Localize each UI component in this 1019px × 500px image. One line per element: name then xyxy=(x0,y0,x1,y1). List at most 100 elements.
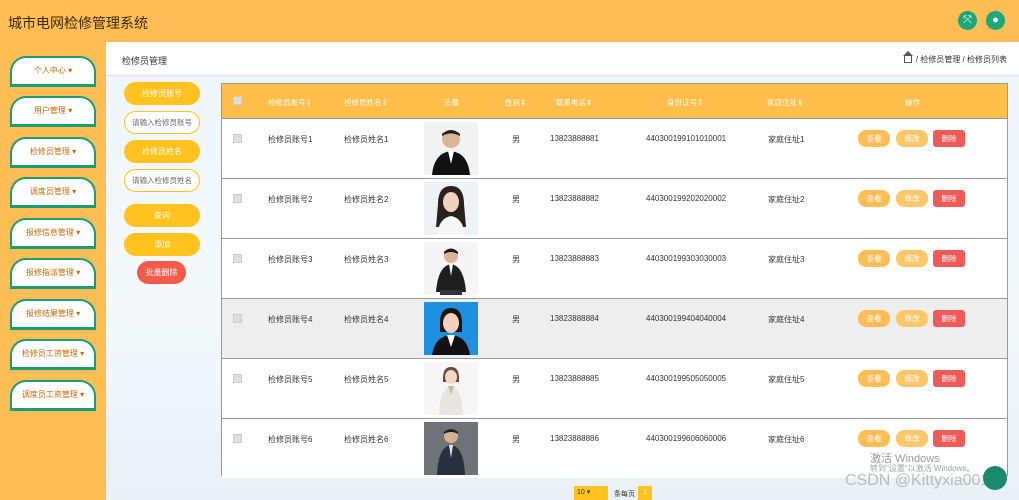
row-checkbox[interactable] xyxy=(233,194,242,203)
sidebar-item-label: 报修指派管理 xyxy=(25,268,74,277)
account-input[interactable]: 请输入检修员账号 xyxy=(124,111,200,134)
breadcrumb: / 检修员管理 / 检修员列表 xyxy=(902,51,1007,65)
cell-address: 家庭住址4 xyxy=(768,315,805,324)
select-all-checkbox[interactable] xyxy=(233,96,242,105)
sidebar-item-label: 检修员工资管理 xyxy=(21,349,78,358)
sidebar-item-repair-results[interactable]: 报修结果管理 ▾ xyxy=(10,299,96,330)
avatar xyxy=(424,362,478,415)
header-label: 家庭住址 xyxy=(767,98,797,107)
view-button[interactable]: 查看 xyxy=(858,130,890,147)
home-icon[interactable] xyxy=(902,51,913,63)
sidebar-item-label: 检修员管理 xyxy=(29,147,70,156)
cell-name: 检修员姓名2 xyxy=(344,195,389,204)
cell-gender: 男 xyxy=(512,195,520,204)
cell-phone: 13823888886 xyxy=(550,434,599,443)
header-label: 联系电话 xyxy=(556,98,586,107)
sidebar-item-dispatchers[interactable]: 调度员管理 ▾ xyxy=(10,177,96,208)
header-label: 检修员账号 xyxy=(268,98,306,107)
top-bar: 城市电网检修管理系统 ⤧ ● xyxy=(0,0,1019,42)
cell-address: 家庭住址5 xyxy=(768,375,805,384)
user-icon[interactable]: ● xyxy=(986,11,1005,30)
sidebar-item-label: 报修信息管理 xyxy=(25,228,74,237)
page-title: 检修员管理 xyxy=(122,56,168,66)
sidebar-item-repairmen[interactable]: 检修员管理 ▾ xyxy=(10,137,96,168)
cell-phone: 13823888882 xyxy=(550,194,599,203)
row-checkbox[interactable] xyxy=(233,374,242,383)
header-address[interactable]: 家庭住址⇕ xyxy=(767,97,803,108)
table-row: 检修员账号5 检修员姓名5 男 13823888885 440300199505… xyxy=(222,358,1007,418)
row-checkbox[interactable] xyxy=(233,434,242,443)
table-row: 检修员账号4 检修员姓名4 男 13823888884 440300199404… xyxy=(222,298,1007,358)
edit-button[interactable]: 修改 xyxy=(896,250,928,267)
cell-name: 检修员姓名1 xyxy=(344,135,389,144)
row-checkbox[interactable] xyxy=(233,314,242,323)
sidebar-item-personal-center[interactable]: 个人中心 ▾ xyxy=(10,56,96,87)
table-row: 检修员账号3 检修员姓名3 男 13823888883 440300199303… xyxy=(222,238,1007,298)
page-size-select[interactable]: 10 ▾ xyxy=(574,486,608,500)
table-row: 检修员账号2 检修员姓名2 男 13823888882 440300199202… xyxy=(222,178,1007,238)
sidebar-item-repair-assign[interactable]: 报修指派管理 ▾ xyxy=(10,258,96,289)
edit-button[interactable]: 修改 xyxy=(896,370,928,387)
cell-address: 家庭住址6 xyxy=(768,435,805,444)
cell-address: 家庭住址3 xyxy=(768,255,805,264)
batch-delete-button[interactable]: 批量删除 xyxy=(137,261,186,284)
edit-button[interactable]: 修改 xyxy=(896,190,928,207)
expand-icon[interactable]: ⤧ xyxy=(958,11,977,30)
header-id-card[interactable]: 身份证号⇕ xyxy=(667,97,703,108)
header-name[interactable]: 检修员姓名⇕ xyxy=(344,97,388,108)
sidebar-item-label: 调度员工资管理 xyxy=(21,390,78,399)
edit-button[interactable]: 修改 xyxy=(896,430,928,447)
name-label: 检修员姓名 xyxy=(124,140,200,163)
sidebar-item-users[interactable]: 用户管理 ▾ xyxy=(10,96,96,127)
view-button[interactable]: 查看 xyxy=(858,250,890,267)
avatar xyxy=(424,242,478,295)
cell-gender: 男 xyxy=(512,255,520,264)
delete-button[interactable]: 删除 xyxy=(933,130,965,147)
page-number-button[interactable]: 1 xyxy=(638,486,652,500)
delete-button[interactable]: 删除 xyxy=(933,430,965,447)
edit-button[interactable]: 修改 xyxy=(896,130,928,147)
cell-gender: 男 xyxy=(512,435,520,444)
sidebar: 个人中心 ▾ 用户管理 ▾ 检修员管理 ▾ 调度员管理 ▾ 报修信息管理 ▾ 报… xyxy=(0,42,106,500)
sidebar-item-repair-info[interactable]: 报修信息管理 ▾ xyxy=(10,218,96,249)
view-button[interactable]: 查看 xyxy=(858,430,890,447)
add-button[interactable]: 添加 xyxy=(124,233,200,256)
delete-button[interactable]: 删除 xyxy=(933,370,965,387)
avatar xyxy=(424,122,478,175)
cell-account: 检修员账号5 xyxy=(268,375,313,384)
edit-button[interactable]: 修改 xyxy=(896,310,928,327)
view-button[interactable]: 查看 xyxy=(858,310,890,327)
cell-id-card: 440300199505050005 xyxy=(646,374,727,383)
delete-button[interactable]: 删除 xyxy=(933,250,965,267)
chevron-down-icon: ▾ xyxy=(586,489,591,496)
header-phone[interactable]: 联系电话⇕ xyxy=(556,97,592,108)
header-label: 检修员姓名 xyxy=(344,98,382,107)
delete-button[interactable]: 删除 xyxy=(933,310,965,327)
sidebar-item-label: 用户管理 xyxy=(33,106,66,115)
floating-action-button[interactable] xyxy=(983,466,1007,490)
avatar xyxy=(424,302,478,355)
search-button[interactable]: 查询 xyxy=(124,204,200,227)
cell-address: 家庭住址1 xyxy=(768,135,805,144)
breadcrumb-path: / 检修员管理 / 检修员列表 xyxy=(915,55,1007,64)
cell-id-card: 440300199303030003 xyxy=(646,254,727,263)
page-size-value: 10 xyxy=(577,489,585,496)
cell-phone: 13823888881 xyxy=(550,134,599,143)
table-header: 检修员账号⇕ 检修员姓名⇕ 头像 性别⇕ 联系电话⇕ 身份证号⇕ 家庭住址⇕ 操… xyxy=(222,84,1007,118)
header-account[interactable]: 检修员账号⇕ xyxy=(268,97,312,108)
cell-phone: 13823888884 xyxy=(550,314,599,323)
view-button[interactable]: 查看 xyxy=(858,190,890,207)
row-checkbox[interactable] xyxy=(233,134,242,143)
header-gender[interactable]: 性别⇕ xyxy=(505,97,526,108)
sidebar-item-dispatcher-salary[interactable]: 调度员工资管理 ▾ xyxy=(10,380,96,411)
view-button[interactable]: 查看 xyxy=(858,370,890,387)
cell-account: 检修员账号3 xyxy=(268,255,313,264)
delete-button[interactable]: 删除 xyxy=(933,190,965,207)
account-label: 检修员账号 xyxy=(124,82,200,105)
cell-account: 检修员账号6 xyxy=(268,435,313,444)
header-avatar: 头像 xyxy=(444,98,459,107)
sidebar-item-repairman-salary[interactable]: 检修员工资管理 ▾ xyxy=(10,339,96,370)
cell-account: 检修员账号2 xyxy=(268,195,313,204)
row-checkbox[interactable] xyxy=(233,254,242,263)
name-input[interactable]: 请输入检修员姓名 xyxy=(124,169,200,192)
